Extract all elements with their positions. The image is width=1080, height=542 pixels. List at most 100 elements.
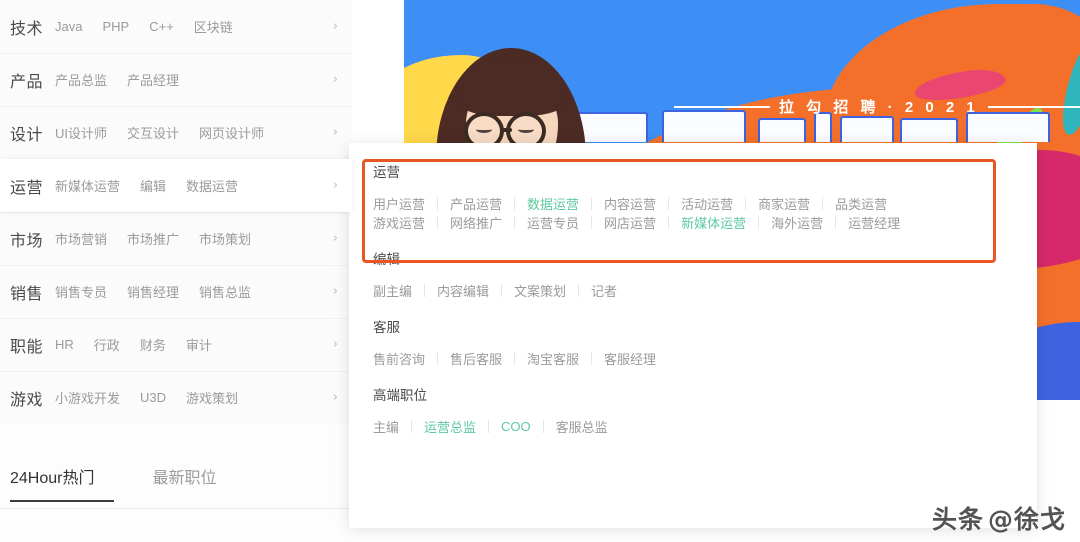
sidebar-tab[interactable]: 最新职位 [152, 452, 216, 488]
sidebar-category-name: 职能 [10, 338, 44, 356]
sidebar-subcategory-link[interactable]: 网页设计师 [199, 123, 264, 142]
sidebar-subcategory-link[interactable]: C++ [149, 19, 174, 34]
sidebar-subcategory-link[interactable]: 行政 [94, 335, 120, 354]
chevron-right-icon[interactable]: › [333, 178, 338, 193]
panel-job-link[interactable]: 海外运营 [771, 213, 823, 232]
panel-group-title: 编辑 [373, 252, 400, 267]
item-divider [758, 216, 760, 229]
sidebar-subcategory-link[interactable]: 小游戏开发 [55, 388, 120, 407]
panel-job-link[interactable]: 运营经理 [848, 213, 900, 232]
panel-job-link[interactable]: 客服经理 [604, 349, 656, 368]
screenshot-root: 拉 勾 招 聘 · 2 0 2 1 技术 Java PHP C++ 区块链 › 产品 产品总监… [0, 0, 1080, 542]
chevron-right-icon[interactable]: › [333, 231, 338, 246]
panel-group: 运营用户运营 产品运营 数据运营 内容运营 活动运营 商家运营 品类运营游戏运营 网络推广 运营… [373, 161, 1013, 232]
sidebar-subcategory-link[interactable]: 编辑 [140, 176, 166, 195]
panel-group-row: 游戏运营 网络推广 运营专员 网店运营 新媒体运营 海外运营 运营经理 [373, 213, 1013, 232]
banner-building [900, 118, 958, 142]
banner-title: 拉 勾 招 聘 · 2 0 2 1 [779, 99, 979, 116]
sidebar-subcategory-link[interactable]: HR [55, 337, 74, 352]
sidebar-category-row[interactable]: 市场 市场营销 市场推广 市场策划 › [0, 212, 352, 265]
item-divider [591, 197, 593, 210]
sidebar-subcategory-link[interactable]: Java [55, 19, 82, 34]
panel-job-link[interactable]: 淘宝客服 [527, 349, 579, 368]
item-divider [668, 216, 670, 229]
panel-job-link[interactable]: 网店运营 [604, 213, 656, 232]
sidebar-category-row[interactable]: 游戏 小游戏开发 U3D 游戏策划 › [0, 371, 352, 424]
sidebar-subcategory-link[interactable]: 产品经理 [127, 70, 179, 89]
sidebar-subcategory-link[interactable]: UI设计师 [55, 123, 107, 142]
panel-job-link[interactable]: 产品运营 [450, 194, 502, 213]
panel-job-link[interactable]: 运营总监 [424, 417, 476, 436]
sidebar-subcategory-link[interactable]: 财务 [140, 335, 166, 354]
item-divider [745, 197, 747, 210]
panel-job-link[interactable]: 记者 [591, 281, 617, 300]
chevron-right-icon[interactable]: › [333, 19, 338, 34]
banner-building [758, 118, 806, 142]
panel-group-title: 客服 [373, 320, 400, 335]
sidebar-subcategory-link[interactable]: PHP [102, 19, 129, 34]
item-divider [514, 216, 516, 229]
sidebar-subcategory-link[interactable]: 销售经理 [127, 282, 179, 301]
sidebar-subcategory-link[interactable]: 销售专员 [55, 282, 107, 301]
panel-job-link[interactable]: 内容编辑 [437, 281, 489, 300]
item-divider [411, 420, 413, 433]
active-tab-underline [10, 500, 114, 502]
panel-job-link[interactable]: 品类运营 [835, 194, 887, 213]
panel-job-link[interactable]: 用户运营 [373, 194, 425, 213]
panel-job-link[interactable]: 售后客服 [450, 349, 502, 368]
chevron-right-icon[interactable]: › [333, 125, 338, 140]
sidebar-subcategory-link[interactable]: 销售总监 [199, 282, 251, 301]
sidebar-subcategory-link[interactable]: 产品总监 [55, 70, 107, 89]
panel-job-link[interactable]: 活动运营 [681, 194, 733, 213]
chevron-right-icon[interactable]: › [333, 284, 338, 299]
panel-job-link[interactable]: 文案策划 [514, 281, 566, 300]
panel-job-link[interactable]: 售前咨询 [373, 349, 425, 368]
sidebar-subcategory-group: 销售专员 销售经理 销售总监 [55, 282, 327, 301]
sidebar-category-row[interactable]: 职能 HR 行政 财务 审计 › [0, 318, 352, 371]
sidebar-subcategory-link[interactable]: 游戏策划 [186, 388, 238, 407]
sidebar-subcategory-link[interactable]: 交互设计 [127, 123, 179, 142]
sidebar-subcategory-group: HR 行政 财务 审计 [55, 335, 327, 354]
sidebar-subcategory-link[interactable]: 市场营销 [55, 229, 107, 248]
sidebar-subcategory-group: 产品总监 产品经理 [55, 70, 327, 89]
watermark-handle: @徐戈 [987, 505, 1066, 534]
panel-job-link[interactable]: 新媒体运营 [681, 213, 746, 232]
sidebar-category-row[interactable]: 运营 新媒体运营 编辑 数据运营 › [0, 159, 352, 212]
panel-job-link[interactable]: 游戏运营 [373, 213, 425, 232]
chevron-right-icon[interactable]: › [333, 390, 338, 405]
sidebar-category-row[interactable]: 设计 UI设计师 交互设计 网页设计师 › [0, 106, 352, 159]
sidebar-subcategory-link[interactable]: 区块链 [194, 17, 233, 36]
panel-job-link[interactable]: 商家运营 [758, 194, 810, 213]
panel-job-link[interactable]: 网络推广 [450, 213, 502, 232]
sidebar-subcategory-link[interactable]: 审计 [186, 335, 212, 354]
panel-job-link[interactable]: 客服总监 [556, 417, 608, 436]
sidebar-subcategory-link[interactable]: 市场策划 [199, 229, 251, 248]
sidebar-tab-label: 24Hour热门 [10, 470, 95, 487]
sidebar-category-row[interactable]: 产品 产品总监 产品经理 › [0, 53, 352, 106]
item-divider [437, 197, 439, 210]
sidebar-category-row[interactable]: 技术 Java PHP C++ 区块链 › [0, 0, 352, 53]
sidebar-subcategory-group: Java PHP C++ 区块链 [55, 17, 327, 36]
chevron-right-icon[interactable]: › [333, 337, 338, 352]
sidebar-row-divider [0, 265, 352, 266]
sidebar-subcategory-link[interactable]: 新媒体运营 [55, 176, 120, 195]
glasses-bridge [502, 128, 512, 132]
sidebar-category-row[interactable]: 销售 销售专员 销售经理 销售总监 › [0, 265, 352, 318]
panel-job-link[interactable]: COO [501, 419, 531, 434]
sidebar-subcategory-link[interactable]: 数据运营 [186, 176, 238, 195]
item-divider [835, 216, 837, 229]
panel-job-link[interactable]: 副主编 [373, 281, 412, 300]
panel-group-title: 运营 [373, 165, 400, 180]
panel-job-link[interactable]: 内容运营 [604, 194, 656, 213]
panel-job-link[interactable]: 运营专员 [527, 213, 579, 232]
sidebar-subcategory-link[interactable]: U3D [140, 390, 166, 405]
sidebar-tab[interactable]: 24Hour热门 [10, 452, 114, 502]
chevron-right-icon[interactable]: › [333, 72, 338, 87]
panel-group: 高端职位 主编 运营总监 COO 客服总监 [373, 384, 1013, 436]
watermark: 头条 @徐戈 [932, 500, 1066, 536]
sidebar-subcategory-link[interactable]: 市场推广 [127, 229, 179, 248]
panel-job-link[interactable]: 主编 [373, 417, 399, 436]
panel-job-link[interactable]: 数据运营 [527, 194, 579, 213]
panel-group-row: 副主编 内容编辑 文案策划 记者 [373, 281, 1013, 300]
item-divider [437, 352, 439, 365]
